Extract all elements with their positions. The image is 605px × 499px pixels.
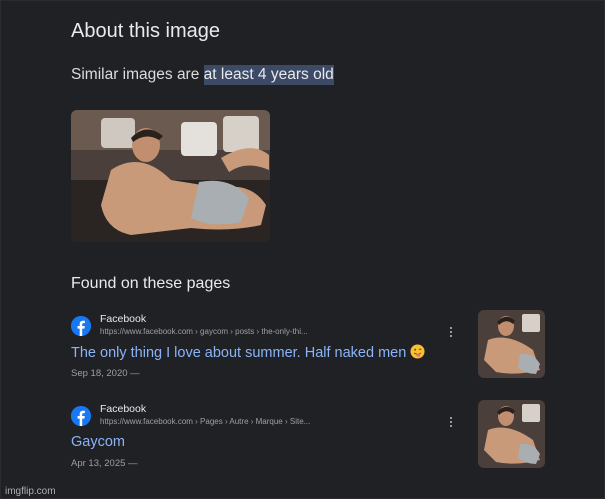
result-url: https://www.facebook.com › Pages › Autre…	[100, 417, 311, 426]
more-options-icon[interactable]	[447, 417, 455, 431]
result-site-name: Facebook	[100, 403, 147, 415]
result-title-text[interactable]: Gaycom	[71, 434, 125, 450]
facebook-logo-icon	[71, 316, 91, 336]
result-url: https://www.facebook.com › gaycom › post…	[100, 327, 308, 336]
image-age-highlight[interactable]: at least 4 years old	[203, 65, 334, 85]
image-age-prefix: Similar images are	[71, 66, 204, 83]
winking-face-with-tongue-icon	[410, 344, 425, 359]
result-title-link[interactable]: The only thing I love about summer. Half…	[71, 344, 425, 361]
main-image-thumbnail[interactable]	[71, 110, 270, 242]
result-site-name: Facebook	[100, 313, 147, 325]
result-date: Sep 18, 2020 —	[71, 368, 140, 379]
result-thumbnail[interactable]	[478, 310, 545, 378]
result-item-1[interactable]: Facebook https://www.facebook.com › gayc…	[71, 310, 546, 385]
result-title-link[interactable]: Gaycom	[71, 434, 125, 450]
about-image-panel: About this image Similar images are at l…	[0, 0, 605, 499]
found-on-pages-heading: Found on these pages	[71, 275, 231, 292]
result-thumbnail-graphic	[478, 310, 545, 378]
panel-title: About this image	[71, 20, 220, 42]
more-options-icon[interactable]	[447, 327, 455, 341]
main-image-graphic	[71, 110, 270, 242]
facebook-logo-icon	[71, 406, 91, 426]
result-title-text[interactable]: The only thing I love about summer. Half…	[71, 345, 406, 361]
result-thumbnail[interactable]	[478, 400, 545, 468]
imgflip-watermark: imgflip.com	[5, 486, 56, 497]
image-age-text: Similar images are at least 4 years old	[71, 65, 334, 85]
result-item-2[interactable]: Facebook https://www.facebook.com › Page…	[71, 400, 546, 475]
result-thumbnail-graphic	[478, 400, 545, 468]
result-date: Apr 13, 2025 —	[71, 458, 138, 469]
